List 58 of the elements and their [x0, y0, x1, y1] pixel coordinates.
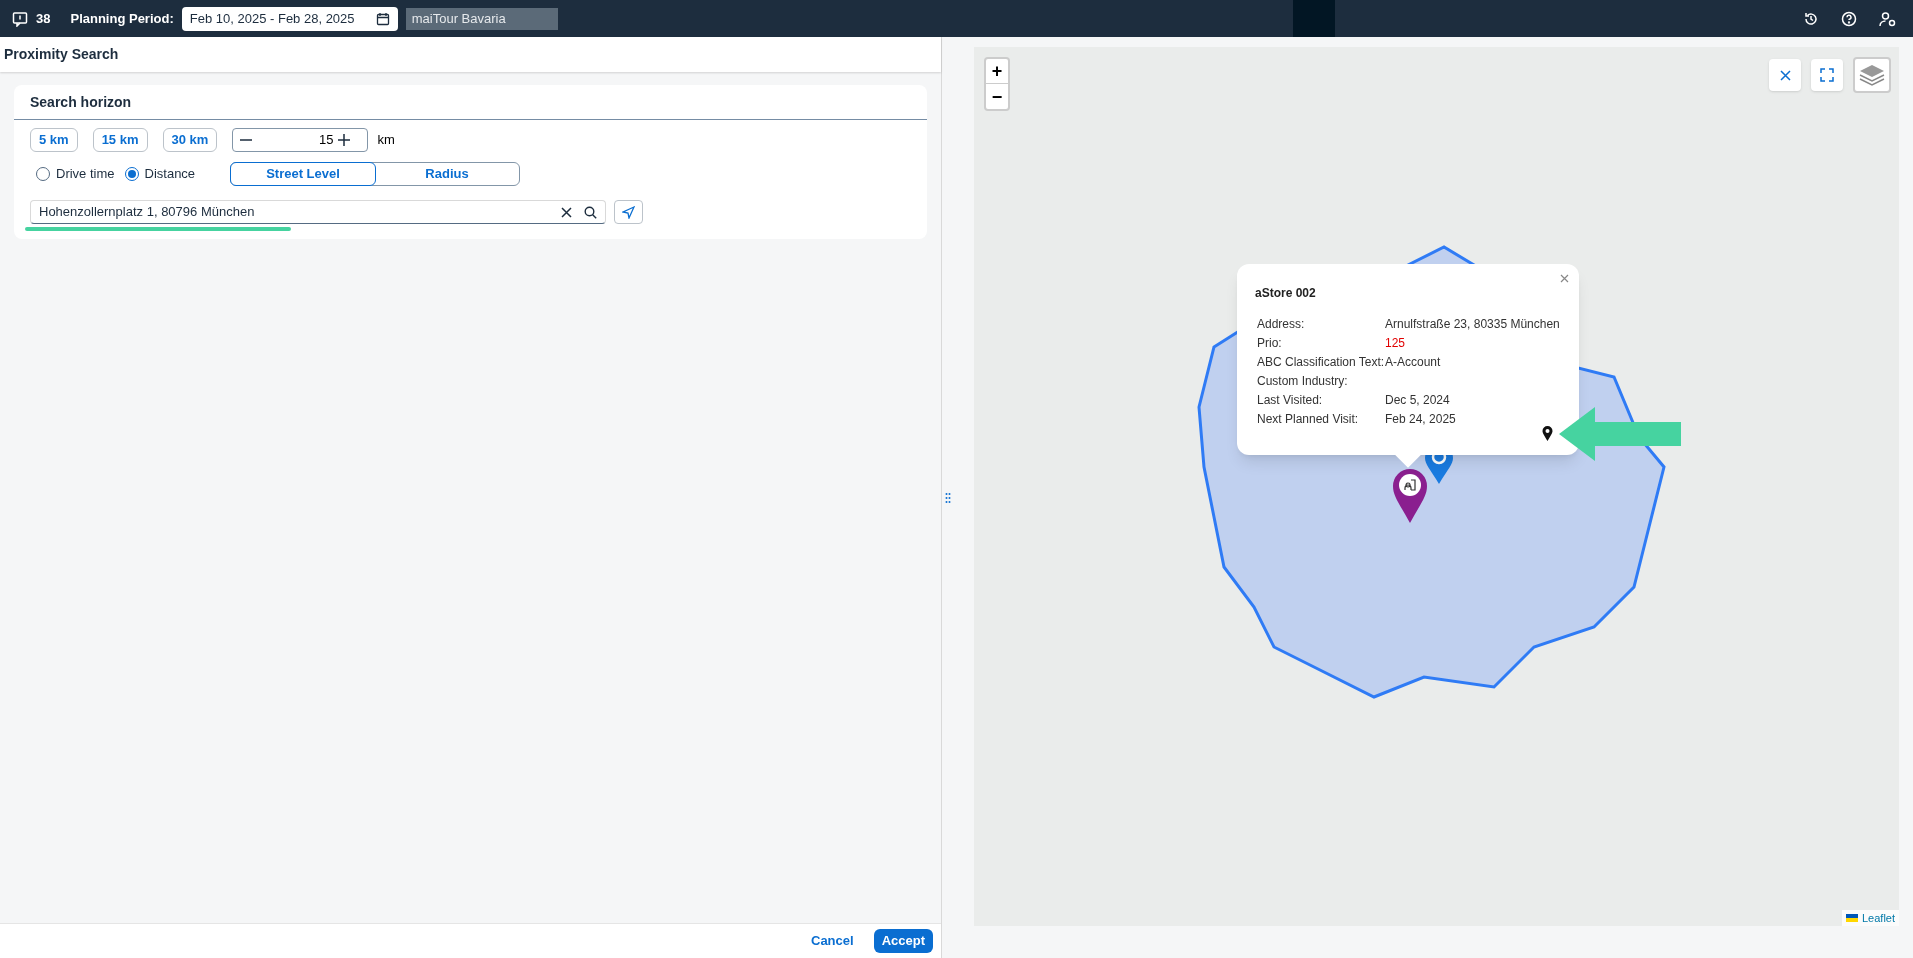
- dark-block: [1293, 0, 1335, 37]
- splitter-grip-icon[interactable]: [945, 491, 951, 504]
- field-label: Last Visited:: [1257, 392, 1324, 409]
- user-settings-icon[interactable]: [1879, 10, 1897, 27]
- segment-button[interactable]: Street Level: [230, 162, 376, 186]
- planning-period-label: Planning Period:: [70, 9, 174, 28]
- field-label: Next Planned Visit:: [1257, 411, 1360, 428]
- popup-title: aStore 002: [1255, 285, 1317, 302]
- address-field[interactable]: Hohenzollernplatz 1, 80796 München: [30, 200, 606, 224]
- navigation-icon: [622, 205, 635, 219]
- calendar-icon[interactable]: [375, 11, 390, 26]
- increment-icon[interactable]: [337, 133, 352, 147]
- field-label: Custom Industry:: [1257, 373, 1349, 390]
- distance-stepper[interactable]: 15: [232, 128, 369, 152]
- map[interactable]: + − aStore 002 Address: Arnulfstraße 23, 80335 München Prio: 125 ABC Classification Text:A-Account Custom Industry: Last Visited: Dec 5, 2024 Next Planned Visit: Feb 24, 2025 Leaflet: [974, 47, 1899, 926]
- close-icon[interactable]: [1560, 274, 1569, 283]
- field-value: A-Account: [1385, 354, 1441, 371]
- unit-text: km: [377, 131, 395, 150]
- help-icon[interactable]: [1841, 10, 1857, 27]
- zoom-in-button[interactable]: +: [986, 59, 1008, 84]
- radio-label: Drive time: [56, 165, 115, 184]
- flag-icon: [1845, 913, 1858, 922]
- fullscreen-button[interactable]: [1811, 59, 1843, 91]
- tour-field[interactable]: maiTour Bavaria: [405, 7, 558, 30]
- accept-button[interactable]: Accept: [873, 929, 933, 953]
- layers-icon: [1859, 63, 1885, 87]
- leaflet-link[interactable]: Leaflet: [1861, 909, 1895, 926]
- preset-button[interactable]: 5 km: [30, 128, 78, 152]
- search-icon[interactable]: [584, 205, 597, 219]
- message-icon[interactable]: [12, 10, 28, 27]
- count-text: 38: [36, 9, 51, 28]
- clear-icon[interactable]: [561, 206, 572, 218]
- zoom-out-button[interactable]: −: [986, 84, 1008, 109]
- locate-button[interactable]: [614, 200, 643, 224]
- field-label: ABC Classification Text:: [1257, 354, 1385, 371]
- close-icon: [1779, 69, 1791, 81]
- field-value: Feb 24, 2025: [1385, 411, 1456, 428]
- field-value: 125: [1385, 335, 1406, 352]
- location-pin-icon[interactable]: [1542, 426, 1553, 441]
- date-range-field[interactable]: Feb 10, 2025 - Feb 28, 2025: [181, 6, 398, 31]
- preset-button[interactable]: 15 km: [92, 128, 148, 152]
- store-pin-icon[interactable]: [1392, 468, 1428, 524]
- history-icon[interactable]: [1803, 10, 1819, 27]
- radio-label: Distance: [144, 165, 196, 184]
- close-button[interactable]: [1769, 59, 1801, 91]
- distance-input[interactable]: 15: [257, 130, 334, 150]
- fullscreen-icon: [1820, 68, 1834, 82]
- panel-title: Proximity Search: [4, 45, 119, 64]
- layers-button[interactable]: [1853, 57, 1891, 93]
- field-label: Prio:: [1257, 335, 1283, 352]
- field-label: Address:: [1257, 316, 1306, 333]
- section-title: Search horizon: [30, 94, 132, 110]
- cancel-button[interactable]: Cancel: [803, 931, 862, 951]
- address-input[interactable]: Hohenzollernplatz 1, 80796 München: [39, 202, 549, 222]
- preset-button[interactable]: 30 km: [162, 128, 218, 152]
- segment-button[interactable]: Radius: [375, 163, 519, 185]
- field-value: Dec 5, 2024: [1385, 392, 1450, 409]
- field-value: Arnulfstraße 23, 80335 München: [1385, 316, 1560, 333]
